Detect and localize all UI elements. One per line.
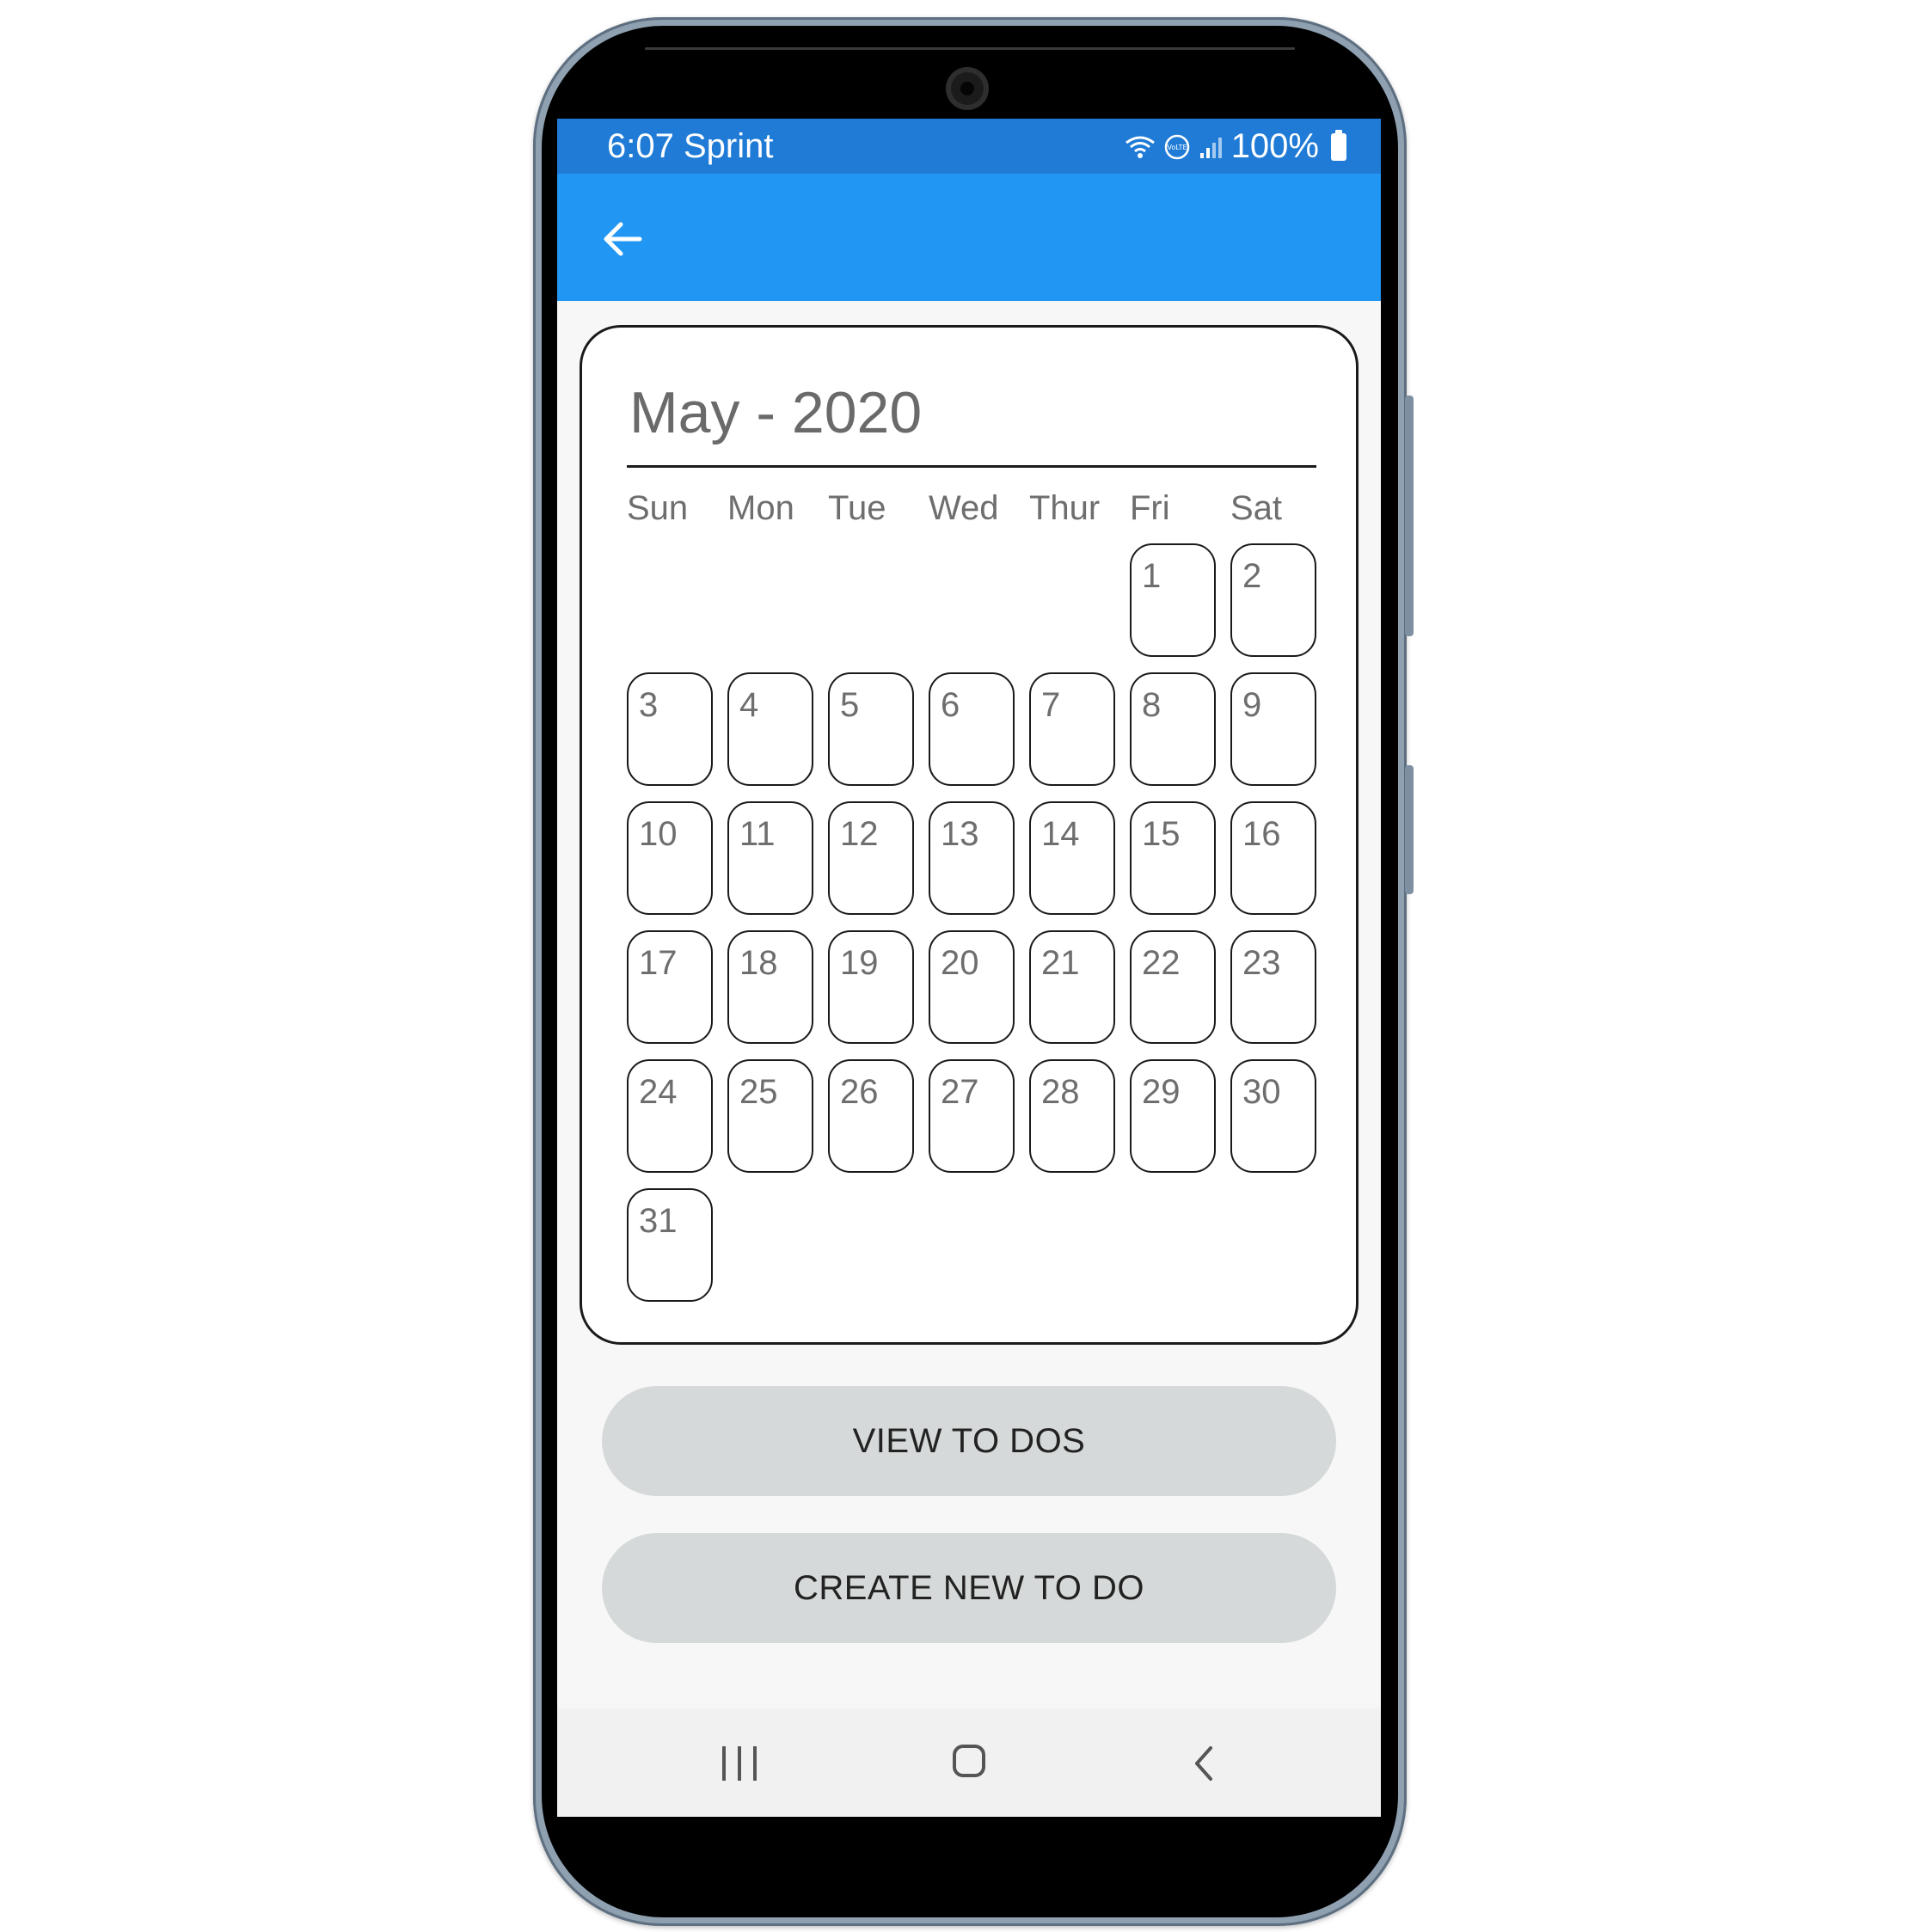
day-number: 28 (1041, 1073, 1080, 1111)
day-cell[interactable]: 3 (627, 672, 713, 786)
home-icon[interactable] (953, 1745, 985, 1777)
calendar-card: May - 2020 Sun Mon Tue Wed Thur Fri Sat 123456… (580, 325, 1359, 1345)
day-number: 12 (840, 815, 879, 853)
day-number: 25 (739, 1073, 778, 1111)
battery-icon (1331, 129, 1346, 161)
day-number: 8 (1142, 686, 1162, 724)
volte-icon: VoLTE (1164, 134, 1189, 159)
day-number: 13 (941, 815, 979, 853)
day-number: 18 (739, 944, 778, 982)
status-bar: 6:07 Sprint VoLTE 100% (557, 119, 1381, 174)
view-todos-button[interactable]: VIEW TO DOS (602, 1386, 1336, 1496)
day-cell[interactable]: 30 (1230, 1059, 1316, 1173)
day-cell[interactable]: 14 (1029, 801, 1115, 915)
day-cell[interactable]: 12 (828, 801, 914, 915)
day-number: 14 (1041, 815, 1080, 853)
power-button (1405, 765, 1414, 894)
day-cell[interactable]: 1 (1130, 543, 1216, 657)
weekday-label: Thur (1029, 489, 1101, 527)
day-number: 24 (639, 1073, 678, 1111)
day-number: 17 (639, 944, 678, 982)
day-number: 6 (941, 686, 960, 724)
wifi-icon (1125, 136, 1155, 158)
day-number: 21 (1041, 944, 1080, 982)
svg-text:VoLTE: VoLTE (1167, 144, 1187, 151)
day-cell[interactable]: 19 (828, 930, 914, 1044)
day-number: 26 (840, 1073, 879, 1111)
day-cell[interactable]: 31 (627, 1188, 713, 1302)
day-cell[interactable]: 4 (727, 672, 813, 786)
day-number: 16 (1242, 815, 1281, 853)
day-number: 23 (1242, 944, 1281, 982)
day-cell[interactable]: 2 (1230, 543, 1316, 657)
day-number: 9 (1242, 686, 1262, 724)
day-cell[interactable]: 28 (1029, 1059, 1115, 1173)
day-cell[interactable]: 6 (929, 672, 1015, 786)
day-cell[interactable]: 18 (727, 930, 813, 1044)
day-number: 22 (1142, 944, 1181, 982)
day-cell[interactable]: 27 (929, 1059, 1015, 1173)
day-cell[interactable]: 15 (1130, 801, 1216, 915)
app-bar (557, 174, 1381, 301)
back-icon[interactable] (1187, 1743, 1221, 1784)
day-cell[interactable]: 25 (727, 1059, 813, 1173)
day-cell[interactable]: 29 (1130, 1059, 1216, 1173)
weekday-label: Tue (828, 489, 886, 527)
day-cell[interactable]: 11 (727, 801, 813, 915)
navigation-bar (557, 1708, 1381, 1817)
day-cell[interactable]: 9 (1230, 672, 1316, 786)
day-number: 5 (840, 686, 860, 724)
weekday-label: Sat (1230, 489, 1283, 527)
status-time-carrier: 6:07 Sprint (607, 127, 774, 165)
front-camera (946, 67, 989, 110)
day-cell[interactable]: 13 (929, 801, 1015, 915)
day-cell[interactable]: 10 (627, 801, 713, 915)
day-number: 19 (840, 944, 879, 982)
weekday-label: Wed (929, 489, 999, 527)
arrow-left-icon[interactable] (598, 215, 647, 263)
day-number: 29 (1142, 1073, 1181, 1111)
day-number: 4 (739, 686, 759, 724)
recent-apps-icon[interactable] (722, 1746, 760, 1781)
day-number: 20 (941, 944, 979, 982)
signal-icon (1199, 137, 1222, 158)
volume-button (1405, 396, 1414, 636)
day-number: 2 (1242, 557, 1262, 595)
day-number: 27 (941, 1073, 979, 1111)
weekday-label: Mon (727, 489, 794, 527)
day-cell[interactable]: 17 (627, 930, 713, 1044)
day-cell[interactable]: 21 (1029, 930, 1115, 1044)
day-cell[interactable]: 16 (1230, 801, 1316, 915)
status-icons: VoLTE 100% (1125, 127, 1346, 166)
speaker-grille (645, 47, 1295, 50)
day-cell[interactable]: 20 (929, 930, 1015, 1044)
weekday-label: Sun (627, 489, 689, 527)
create-todo-button[interactable]: CREATE NEW TO DO (602, 1533, 1336, 1643)
day-cell[interactable]: 7 (1029, 672, 1115, 786)
day-cell[interactable]: 22 (1130, 930, 1216, 1044)
day-cell[interactable]: 24 (627, 1059, 713, 1173)
day-number: 30 (1242, 1073, 1281, 1111)
day-cell[interactable]: 23 (1230, 930, 1316, 1044)
day-number: 15 (1142, 815, 1181, 853)
day-cell[interactable]: 8 (1130, 672, 1216, 786)
screen: 6:07 Sprint VoLTE 100% May - 2020 Sun Mo… (557, 119, 1381, 1817)
month-title: May - 2020 (629, 380, 923, 445)
battery-percent: 100% (1230, 127, 1319, 165)
day-number: 10 (639, 815, 678, 853)
day-number: 7 (1041, 686, 1061, 724)
day-number: 3 (639, 686, 659, 724)
day-cell[interactable]: 5 (828, 672, 914, 786)
weekday-label: Fri (1130, 489, 1170, 527)
title-divider (627, 465, 1316, 468)
day-number: 11 (739, 815, 776, 853)
day-cell[interactable]: 26 (828, 1059, 914, 1173)
day-number: 1 (1142, 557, 1162, 595)
day-number: 31 (639, 1202, 678, 1240)
